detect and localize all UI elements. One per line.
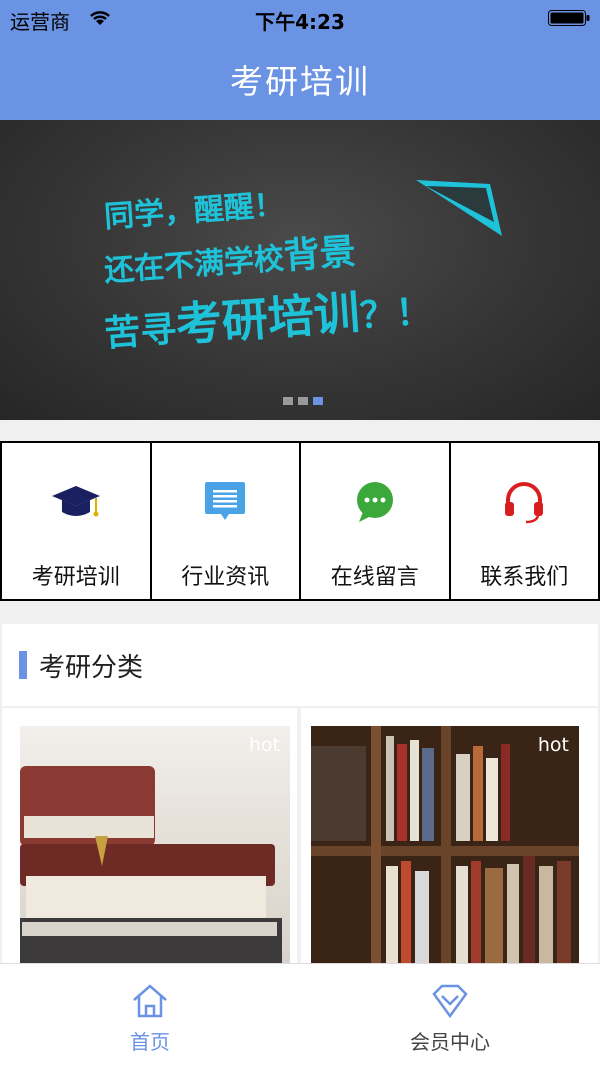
books-stack-image: hot <box>20 726 290 966</box>
category-card[interactable]: hot <box>2 708 297 970</box>
grid-item-message[interactable]: 在线留言 <box>299 441 451 601</box>
banner-line-2-b: 背景 <box>282 231 357 277</box>
status-bar: 运营商 下午4:23 <box>0 0 600 38</box>
banner-carousel[interactable]: 同学，醒醒！ 还在不满学校背景 苦寻考研培训？！ <box>0 120 600 420</box>
grid-label: 行业资讯 <box>181 559 269 591</box>
bottom-tab-bar: 首页 会员中心 <box>0 963 600 1066</box>
grid-item-contact[interactable]: 联系我们 <box>449 441 600 601</box>
category-header: 考研分类 <box>2 624 598 706</box>
grid-item-news[interactable]: 行业资讯 <box>150 441 302 601</box>
status-time: 下午4:23 <box>0 6 600 35</box>
grid-label: 在线留言 <box>331 559 419 591</box>
headset-icon <box>502 480 546 524</box>
diamond-icon <box>430 982 470 1020</box>
banner-line-2-a: 还在不满学校 <box>103 241 285 288</box>
category-accent-bar <box>19 651 27 679</box>
category-title: 考研分类 <box>39 647 143 684</box>
news-icon <box>203 480 247 524</box>
feature-grid: 考研培训 行业资讯 在线留言 <box>0 441 600 601</box>
banner-line-3-c: ？！ <box>358 291 433 337</box>
banner-line-3-b: 考研培训 <box>174 285 361 352</box>
nav-bar: 考研培训 <box>0 38 600 120</box>
grid-item-training[interactable]: 考研培训 <box>0 441 152 601</box>
bookshelf-illustration <box>311 726 579 966</box>
banner-line-1: 同学，醒醒！ <box>102 179 285 235</box>
grid-label: 联系我们 <box>480 559 568 591</box>
hot-badge: hot <box>249 734 280 756</box>
tab-home[interactable]: 首页 <box>0 964 300 1066</box>
tab-label: 会员中心 <box>410 1026 490 1055</box>
grid-label: 考研培训 <box>32 559 120 591</box>
tab-member-center[interactable]: 会员中心 <box>300 964 600 1066</box>
carousel-pager[interactable] <box>283 397 323 405</box>
hot-badge: hot <box>538 734 569 756</box>
chat-bubble-icon <box>353 480 397 524</box>
home-icon <box>130 982 170 1020</box>
pager-dot[interactable] <box>298 397 308 405</box>
tab-label: 首页 <box>130 1026 170 1055</box>
graduation-cap-icon <box>50 482 102 522</box>
category-card[interactable]: hot <box>301 708 598 970</box>
battery-icon <box>548 10 590 26</box>
arrow-graphic <box>414 178 506 240</box>
banner-line-3-a: 苦寻 <box>103 309 178 355</box>
page-title: 考研培训 <box>230 55 370 103</box>
books-illustration <box>20 726 290 966</box>
pager-dot-active[interactable] <box>313 397 323 405</box>
pager-dot[interactable] <box>283 397 293 405</box>
bookshelf-image: hot <box>311 726 579 966</box>
